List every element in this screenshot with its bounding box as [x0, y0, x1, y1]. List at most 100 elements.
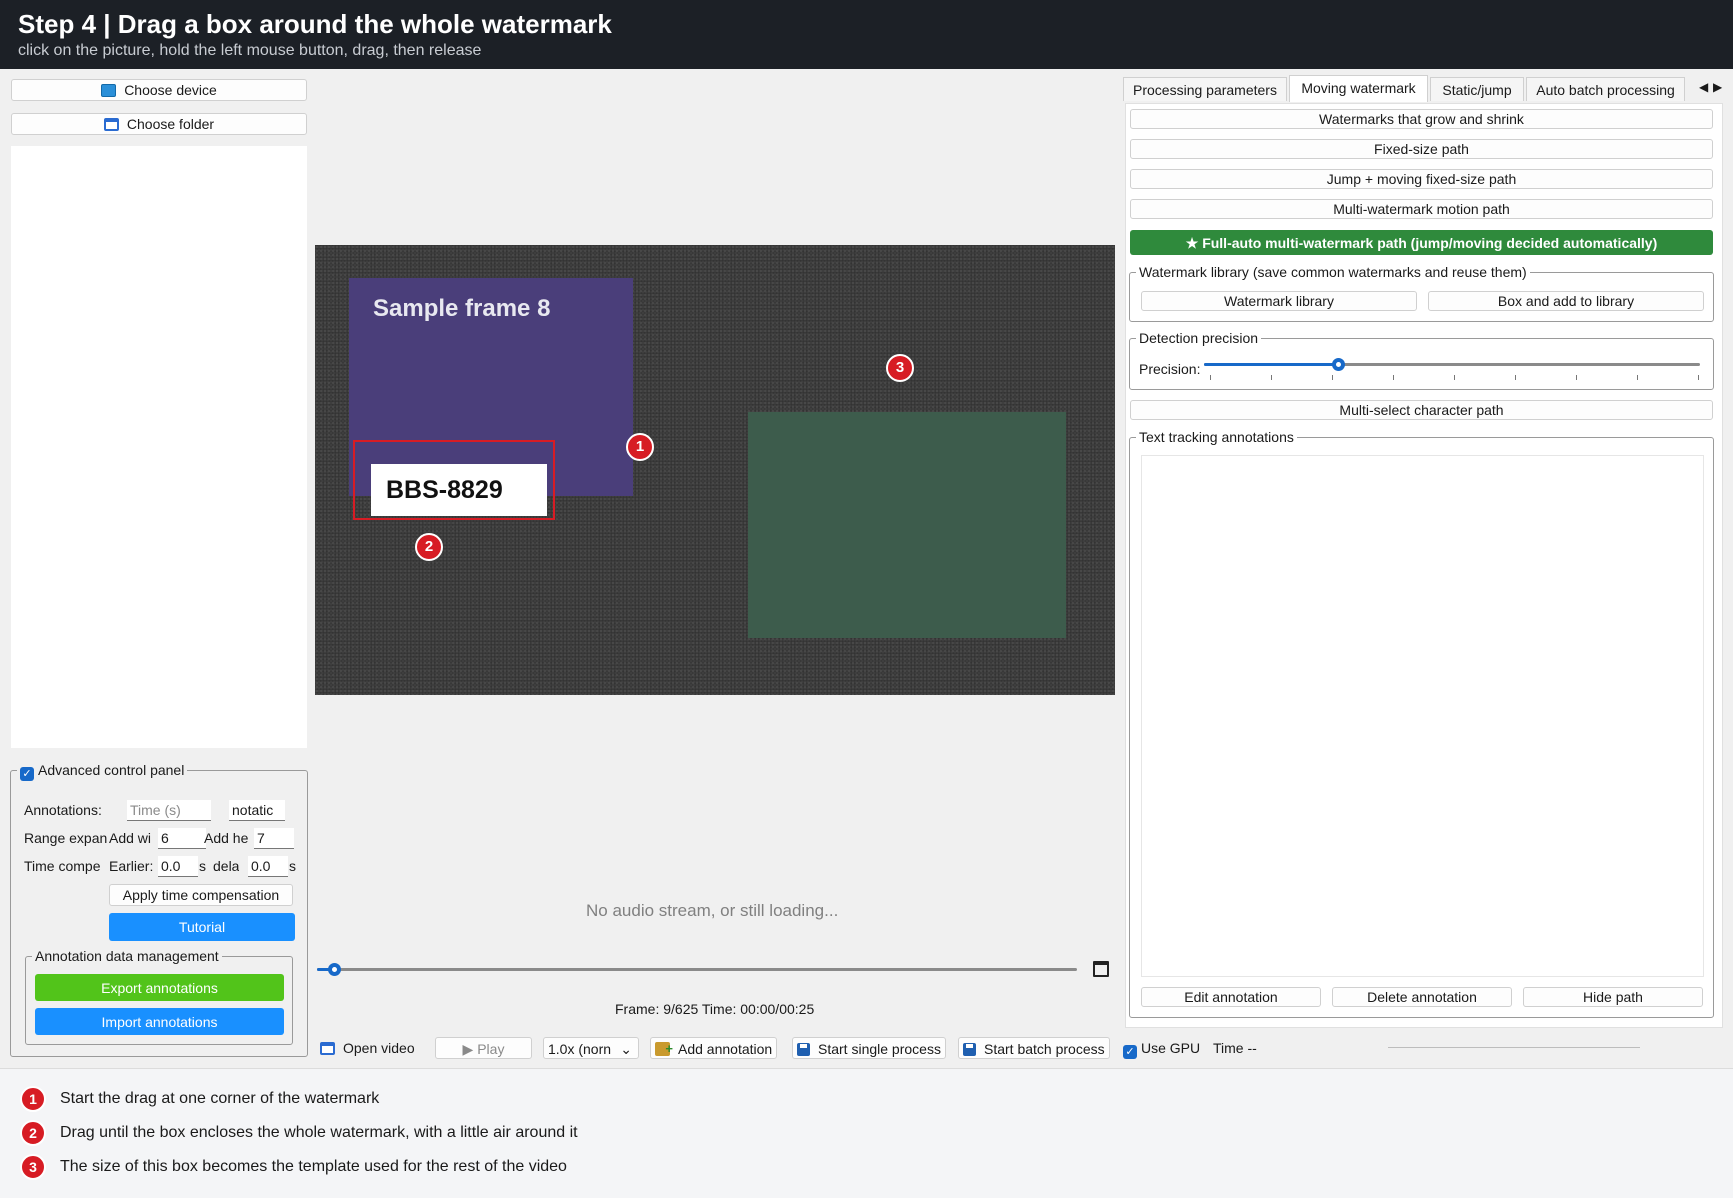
apply-time-compensation-button[interactable]: Apply time compensation: [109, 884, 293, 906]
start-single-label: Start single process: [818, 1041, 941, 1057]
precision-tick: [1515, 375, 1516, 380]
precision-tick: [1332, 375, 1333, 380]
marker-3: 3: [886, 354, 914, 382]
delay-input[interactable]: 0.0: [248, 856, 288, 877]
edit-annotation-button[interactable]: Edit annotation: [1141, 987, 1321, 1007]
annotation-data-management: Annotation data management Export annota…: [25, 947, 293, 1045]
fullscreen-icon[interactable]: [1093, 961, 1109, 977]
add-width-label: Add wi: [109, 830, 152, 846]
add-height-label: Add he: [204, 830, 248, 846]
step-1-marker: 1: [20, 1086, 46, 1112]
folder-icon: [103, 117, 119, 131]
file-list[interactable]: [11, 146, 307, 748]
tab-scroll-right-icon[interactable]: ▶: [1713, 80, 1722, 94]
checkbox-checked-icon[interactable]: ✓: [1123, 1045, 1137, 1059]
grow-shrink-button[interactable]: Watermarks that grow and shrink: [1130, 109, 1713, 129]
step-1-text: Start the drag at one corner of the wate…: [60, 1090, 380, 1107]
choose-folder-label: Choose folder: [126, 116, 215, 132]
timeline-track[interactable]: [317, 968, 1077, 971]
precision-handle[interactable]: [1332, 358, 1345, 371]
tracking-annotation-list[interactable]: [1141, 455, 1704, 977]
data-management-title: Annotation data management: [32, 947, 222, 965]
tab-static-jump[interactable]: Static/jump: [1430, 77, 1524, 101]
step-3-text: The size of this box becomes the templat…: [60, 1158, 567, 1175]
delete-annotation-button[interactable]: Delete annotation: [1332, 987, 1512, 1007]
monitor-icon: [101, 83, 117, 97]
instruction-header: Step 4 | Drag a box around the whole wat…: [0, 0, 1733, 69]
tab-auto-batch[interactable]: Auto batch processing: [1526, 77, 1685, 101]
watermark-library-title: Watermark library (save common watermark…: [1136, 263, 1530, 281]
earlier-unit: s: [199, 858, 206, 874]
tutorial-button[interactable]: Tutorial: [109, 913, 295, 941]
green-region: [748, 412, 1066, 638]
play-label: Play: [477, 1041, 505, 1057]
precision-tick: [1210, 375, 1211, 380]
tab-processing-parameters[interactable]: Processing parameters: [1123, 77, 1287, 101]
tab-scroll-left-icon[interactable]: ◀: [1699, 80, 1708, 94]
selection-box[interactable]: [353, 440, 555, 520]
precision-tick: [1393, 375, 1394, 380]
annotation-extra-input[interactable]: notatic: [229, 800, 285, 821]
open-video-button[interactable]: Open video: [320, 1037, 415, 1059]
time-compensation-label: Time compe: [24, 858, 101, 874]
add-annotation-icon: [655, 1038, 673, 1060]
sample-frame-label: Sample frame 8: [373, 295, 551, 322]
open-video-label: Open video: [343, 1040, 415, 1056]
tab-moving-watermark[interactable]: Moving watermark: [1289, 75, 1428, 102]
precision-fill: [1204, 363, 1338, 366]
watermark-library-button[interactable]: Watermark library: [1141, 291, 1417, 311]
no-audio-message: No audio stream, or still loading...: [586, 901, 839, 920]
import-annotations-button[interactable]: Import annotations: [35, 1008, 284, 1035]
fixed-size-path-button[interactable]: Fixed-size path: [1130, 139, 1713, 159]
start-batch-process-button[interactable]: Start batch process: [958, 1037, 1110, 1059]
start-single-process-button[interactable]: Start single process: [792, 1037, 946, 1059]
time-remaining: Time --: [1213, 1040, 1257, 1056]
advanced-control-panel: ✓ Advanced control panel Annotations: Tim…: [10, 761, 308, 1057]
instruction-footer: 1 Start the drag at one corner of the wa…: [0, 1068, 1733, 1198]
advanced-panel-title[interactable]: ✓ Advanced control panel: [17, 761, 188, 781]
add-height-input[interactable]: 7: [254, 828, 294, 849]
multi-select-character-path-button[interactable]: Multi-select character path: [1130, 400, 1713, 420]
choose-device-button[interactable]: Choose device: [11, 79, 307, 101]
precision-tick: [1576, 375, 1577, 380]
use-gpu-label: Use GPU: [1141, 1040, 1201, 1056]
checkbox-checked-icon[interactable]: ✓: [20, 767, 34, 781]
use-gpu-checkbox[interactable]: ✓ Use GPU: [1123, 1037, 1200, 1059]
play-button[interactable]: ▶ Play: [435, 1037, 532, 1059]
timeline-handle[interactable]: [328, 963, 341, 976]
speed-select[interactable]: 1.0x (norn ⌄: [543, 1037, 639, 1059]
earlier-input[interactable]: 0.0: [158, 856, 198, 877]
annotation-time-input[interactable]: Time (s): [127, 800, 211, 821]
choose-folder-button[interactable]: Choose folder: [11, 113, 307, 135]
full-auto-path-button[interactable]: ★ Full-auto multi-watermark path (jump/m…: [1130, 230, 1713, 255]
chevron-down-icon: ⌄: [620, 1041, 632, 1057]
multi-watermark-path-button[interactable]: Multi-watermark motion path: [1130, 199, 1713, 219]
text-tracking-title: Text tracking annotations: [1136, 428, 1297, 446]
folder-icon: [320, 1042, 335, 1055]
annotations-label: Annotations:: [24, 802, 102, 818]
box-add-library-button[interactable]: Box and add to library: [1428, 291, 1704, 311]
marker-2: 2: [415, 533, 443, 561]
earlier-label: Earlier:: [109, 858, 154, 874]
jump-moving-path-button[interactable]: Jump + moving fixed-size path: [1130, 169, 1713, 189]
choose-device-label: Choose device: [124, 82, 217, 98]
step-3-marker: 3: [20, 1154, 46, 1180]
hide-path-button[interactable]: Hide path: [1523, 987, 1703, 1007]
save-icon: [797, 1043, 810, 1056]
step-2-marker: 2: [20, 1120, 46, 1146]
add-annotation-label: Add annotation: [678, 1041, 773, 1057]
watermark-library-group: Watermark library (save common watermark…: [1129, 263, 1714, 322]
add-width-input[interactable]: 6: [158, 828, 206, 849]
advanced-panel-label: Advanced control panel: [38, 762, 185, 778]
add-annotation-button[interactable]: Add annotation: [650, 1037, 778, 1060]
video-frame-canvas[interactable]: Sample frame 8 BBS-8829 1 2 3: [315, 245, 1115, 695]
delay-label: dela: [213, 858, 240, 874]
step-subtitle: click on the picture, hold the left mous…: [18, 42, 482, 59]
frame-info: Frame: 9/625 Time: 00:00/00:25: [615, 1001, 815, 1017]
marker-1: 1: [626, 433, 654, 461]
play-icon: ▶: [462, 1041, 474, 1057]
delay-unit: s: [289, 858, 296, 874]
text-tracking-group: Text tracking annotations Edit annotatio…: [1129, 428, 1714, 1018]
save-icon: [963, 1043, 976, 1056]
export-annotations-button[interactable]: Export annotations: [35, 974, 284, 1001]
